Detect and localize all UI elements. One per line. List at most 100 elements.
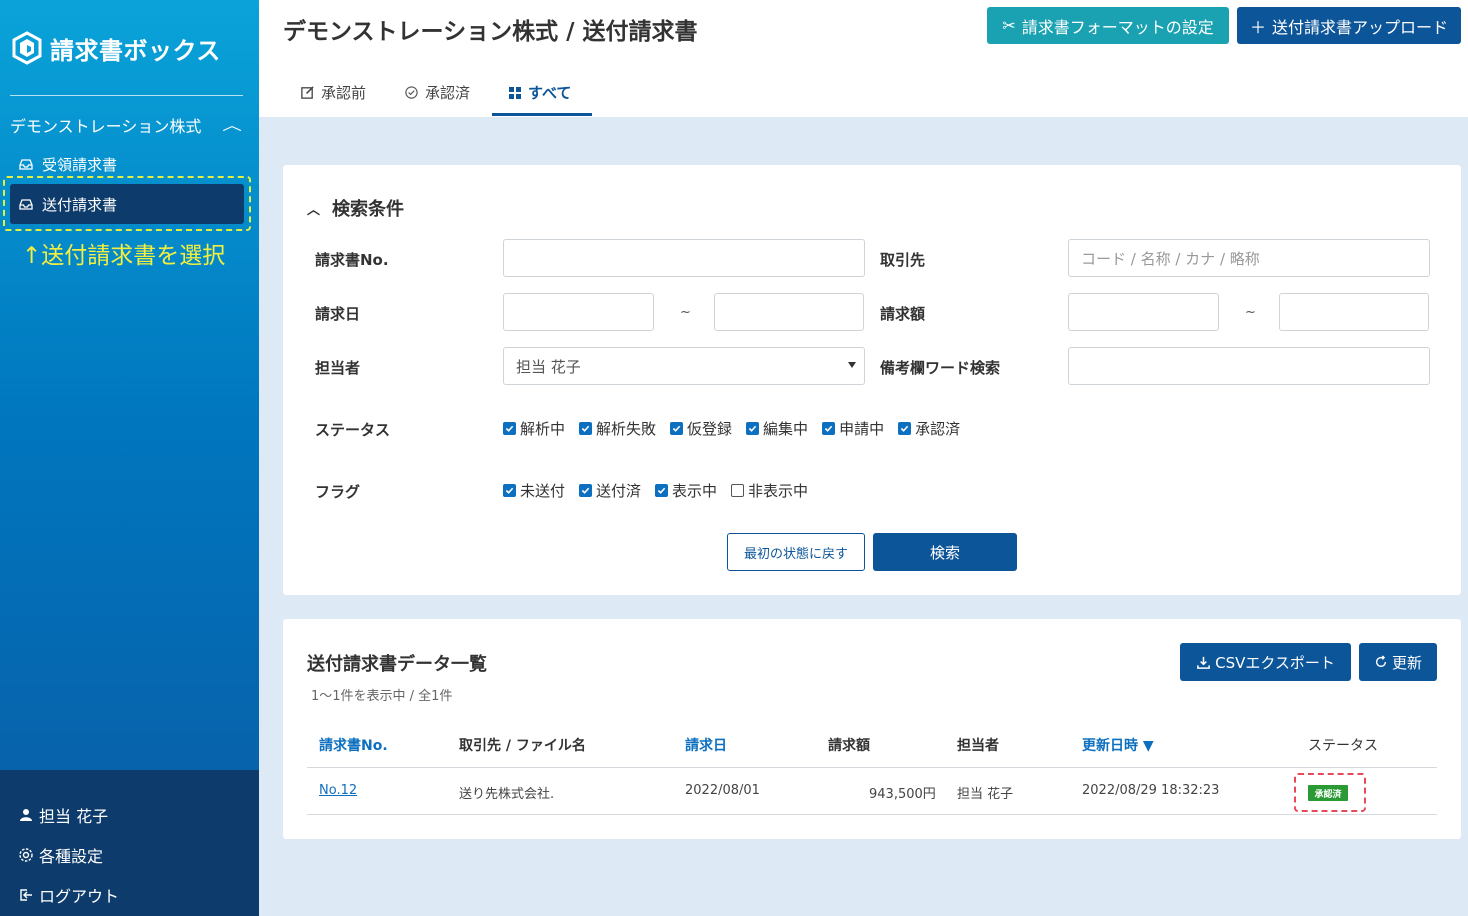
csv-export-button[interactable]: CSVエクスポート <box>1180 643 1351 681</box>
logout-icon <box>20 889 32 901</box>
checkbox-checked-icon <box>503 484 516 497</box>
format-button-label: 請求書フォーマットの設定 <box>1021 19 1214 37</box>
user-name: 担当 花子 <box>39 807 109 826</box>
checkbox-label: 送付済 <box>596 482 642 500</box>
column-header-status: ステータス <box>1308 738 1378 754</box>
sidebar: 請求書ボックス デモンストレーション株式 ︿ 受領請求書 送付請求書 ↑送付請求… <box>0 0 259 916</box>
chevron-up-icon: ︿ <box>307 202 321 218</box>
status-badge: 承認済 <box>1308 785 1348 801</box>
invoice-date-to-input[interactable] <box>714 293 864 331</box>
page-title: デモンストレーション株式 / 送付請求書 <box>283 19 698 45</box>
app-logo[interactable]: 請求書ボックス <box>10 30 221 66</box>
status-checkbox-group: 解析中 解析失敗 仮登録 編集中 申請中 承認済 <box>503 418 960 439</box>
amount-cell: 943,500円 <box>869 787 936 802</box>
memo-search-label: 備考欄ワード検索 <box>880 359 1001 377</box>
column-header-invoice-no[interactable]: 請求書No. <box>319 735 388 755</box>
checkbox-checked-icon <box>898 422 912 435</box>
checkbox-checked-icon <box>670 422 684 435</box>
company-selector[interactable]: デモンストレーション株式 ︿ <box>10 113 245 137</box>
status-checkbox-editing[interactable]: 編集中 <box>746 418 808 439</box>
refresh-button[interactable]: 更新 <box>1359 643 1437 681</box>
column-header-partner: 取引先 / ファイル名 <box>459 738 586 754</box>
checkbox-label: 解析中 <box>520 420 566 438</box>
partner-label: 取引先 <box>880 251 926 269</box>
amount-label: 請求額 <box>880 305 926 323</box>
owner-select[interactable]: 担当 花子 <box>503 347 865 385</box>
checkbox-label: 仮登録 <box>687 420 733 438</box>
range-tilde: ~ <box>680 305 691 320</box>
logout-link[interactable]: ログアウト <box>18 883 119 907</box>
memo-search-input[interactable] <box>1068 347 1430 385</box>
status-checkbox-approved[interactable]: 承認済 <box>898 418 960 439</box>
reset-button[interactable]: 最初の状態に戻す <box>727 533 865 571</box>
checkbox-checked-icon <box>822 422 836 435</box>
inbox-icon <box>19 159 33 170</box>
status-checkbox-analyzing[interactable]: 解析中 <box>503 418 565 439</box>
sidebar-item-label: 受領請求書 <box>42 155 118 174</box>
tab-label: 承認前 <box>321 84 367 102</box>
invoice-no-input[interactable] <box>503 239 865 277</box>
plus-icon: ＋ <box>1249 19 1266 37</box>
checkbox-label: 承認済 <box>915 420 961 438</box>
settings-link[interactable]: 各種設定 <box>18 843 103 867</box>
range-tilde: ~ <box>1245 305 1256 320</box>
checkbox-label: 申請中 <box>839 420 885 438</box>
column-header-updated[interactable]: 更新日時 ▼ <box>1082 735 1154 755</box>
app-name: 請求書ボックス <box>50 36 221 65</box>
table-row-divider <box>307 814 1437 815</box>
company-name: デモンストレーション株式 <box>10 117 202 136</box>
tab-label: すべて <box>528 84 572 102</box>
grid-icon <box>509 86 521 99</box>
search-conditions-toggle[interactable]: ︿ 検索条件 <box>307 195 404 221</box>
list-count: 1〜1件を表示中 / 全1件 <box>311 689 453 704</box>
caret-down-icon <box>848 362 856 368</box>
upload-sent-invoice-button[interactable]: ＋ 送付請求書アップロード <box>1237 7 1461 44</box>
checkbox-checked-icon <box>579 422 593 435</box>
status-checkbox-analysis-failed[interactable]: 解析失敗 <box>579 418 656 439</box>
invoice-date-cell: 2022/08/01 <box>685 783 760 798</box>
checkbox-unchecked-icon <box>731 484 745 497</box>
flag-checkbox-unsent[interactable]: 未送付 <box>503 480 565 501</box>
checkbox-checked-icon <box>655 484 669 497</box>
status-checkbox-applying[interactable]: 申請中 <box>822 418 884 439</box>
gear-icon <box>19 848 33 862</box>
chevron-up-icon: ︿ <box>222 118 242 134</box>
amount-to-input[interactable] <box>1279 293 1429 331</box>
search-button[interactable]: 検索 <box>873 533 1017 571</box>
flag-checkbox-hidden[interactable]: 非表示中 <box>731 480 808 501</box>
owner-label: 担当者 <box>315 359 361 377</box>
invoice-date-from-input[interactable] <box>503 293 654 331</box>
owner-cell: 担当 花子 <box>957 787 1014 802</box>
amount-from-input[interactable] <box>1068 293 1219 331</box>
sidebar-divider <box>10 95 243 96</box>
tools-icon: ✂ <box>1002 17 1016 35</box>
invoice-date-label: 請求日 <box>315 305 361 323</box>
flag-checkbox-group: 未送付 送付済 表示中 非表示中 <box>503 480 808 501</box>
invoice-format-settings-button[interactable]: ✂ 請求書フォーマットの設定 <box>987 7 1229 44</box>
tab-label: 承認済 <box>425 84 471 102</box>
status-checkbox-provisional[interactable]: 仮登録 <box>670 418 732 439</box>
checkbox-label: 解析失敗 <box>596 420 657 438</box>
partner-input[interactable]: コード / 名称 / カナ / 略称 <box>1068 239 1430 277</box>
column-header-invoice-date[interactable]: 請求日 <box>685 735 727 755</box>
flag-checkbox-visible[interactable]: 表示中 <box>655 480 717 501</box>
settings-label: 各種設定 <box>39 847 104 866</box>
tab-approved[interactable]: 承認済 <box>404 82 470 103</box>
flag-label: フラグ <box>315 483 361 501</box>
checkbox-label: 非表示中 <box>748 482 809 500</box>
column-header-amount: 請求額 <box>828 738 870 754</box>
table-header-divider <box>307 767 1437 768</box>
checkbox-checked-icon <box>579 484 593 497</box>
invoice-no-link[interactable]: No.12 <box>319 783 357 798</box>
flag-checkbox-sent[interactable]: 送付済 <box>579 480 641 501</box>
tab-pending-approval[interactable]: 承認前 <box>300 82 366 103</box>
check-circle-icon <box>405 86 418 99</box>
annotation-highlight <box>3 176 251 231</box>
partner-placeholder: コード / 名称 / カナ / 略称 <box>1081 249 1260 268</box>
invoice-no-label: 請求書No. <box>315 251 389 269</box>
download-icon <box>1197 656 1210 669</box>
column-header-owner: 担当者 <box>957 738 999 754</box>
tab-all[interactable]: すべて <box>508 82 571 103</box>
owner-selected-value: 担当 花子 <box>516 357 581 376</box>
user-menu[interactable]: 担当 花子 <box>18 803 108 827</box>
